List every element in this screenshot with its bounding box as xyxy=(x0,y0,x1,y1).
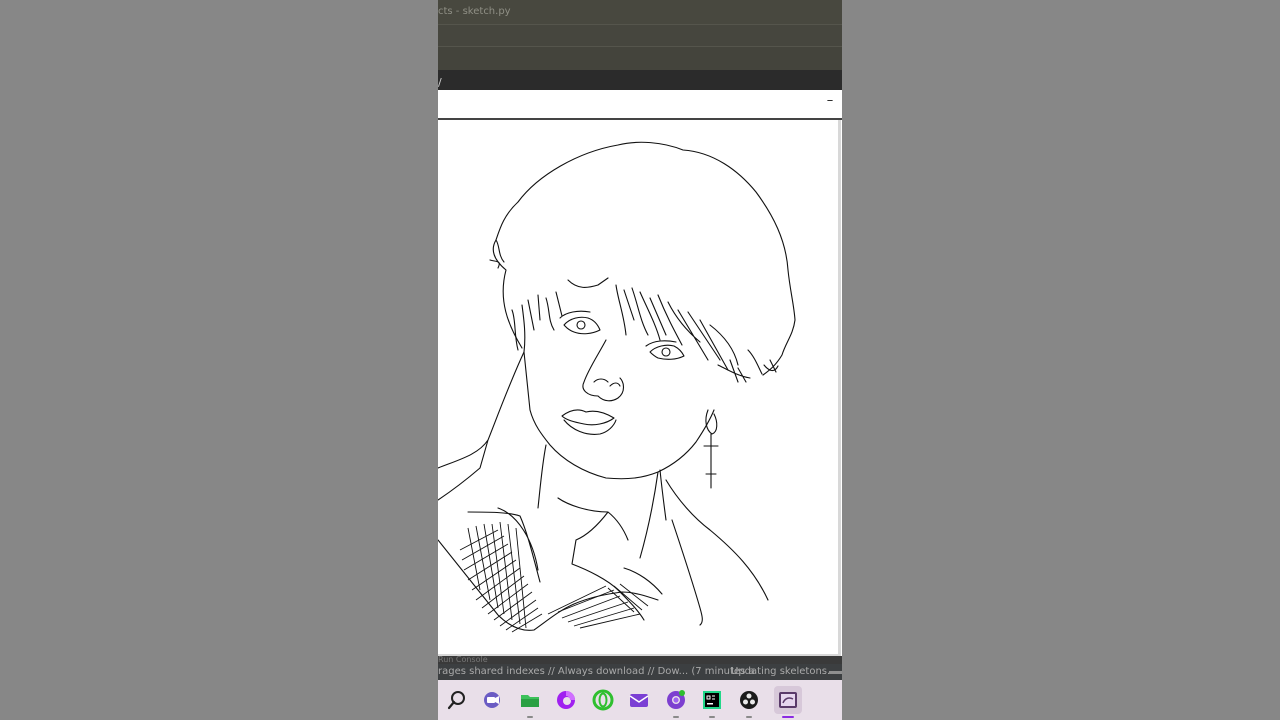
background-task-status[interactable]: Updating skeletons... xyxy=(731,664,837,680)
chrome-browser-icon xyxy=(667,690,685,709)
taskbar-video-call-button[interactable] xyxy=(481,688,505,712)
screen-capture: cts - sketch.py / – Run Console rages sh… xyxy=(438,0,842,720)
obs-studio-icon xyxy=(740,691,758,709)
hair-fringe xyxy=(511,277,779,375)
earring xyxy=(703,409,719,489)
video-call-icon xyxy=(484,692,500,708)
taskbar-search-button[interactable] xyxy=(445,688,469,712)
status-message[interactable]: rages shared indexes // Always download … xyxy=(438,664,755,680)
drawing-canvas[interactable] xyxy=(438,120,841,656)
running-indicator xyxy=(673,716,679,718)
taskbar-mail-button[interactable] xyxy=(627,688,651,712)
ide-window-title: cts - sketch.py xyxy=(438,6,511,17)
ide-menu-bar xyxy=(438,24,842,47)
sketch-window: – xyxy=(438,90,842,656)
background-task-progress xyxy=(829,671,842,674)
running-indicator xyxy=(527,716,533,718)
hair-outline xyxy=(492,141,796,376)
running-indicator xyxy=(709,716,715,718)
taskbar-opera-button[interactable] xyxy=(591,688,615,712)
sketch-app-icon xyxy=(779,692,797,708)
taskbar-file-explorer-button[interactable] xyxy=(518,688,542,718)
line-sketch-drawing xyxy=(438,141,796,633)
ide-status-bar: rages shared indexes // Always download … xyxy=(438,664,842,680)
face-outline xyxy=(523,351,715,480)
minimize-button[interactable]: – xyxy=(822,94,838,110)
active-indicator xyxy=(782,716,794,718)
pycharm-icon xyxy=(703,691,721,709)
left-eye xyxy=(563,316,601,335)
collar-left xyxy=(438,351,541,583)
edge-browser-icon xyxy=(557,691,575,709)
lips xyxy=(561,409,617,435)
taskbar-sketch-app-button[interactable] xyxy=(774,686,802,718)
taskbar-pycharm-button[interactable] xyxy=(700,688,724,718)
windows-taskbar xyxy=(438,680,842,720)
mail-icon xyxy=(629,694,649,707)
run-console-bar[interactable]: Run Console xyxy=(438,656,842,664)
sketch-window-title-bar[interactable]: – xyxy=(438,90,842,120)
console-label: Run Console xyxy=(438,656,488,664)
shirt-chest xyxy=(557,497,645,621)
ide-toolbar xyxy=(438,46,842,71)
nose xyxy=(582,339,625,402)
right-eye xyxy=(649,344,685,360)
neck xyxy=(537,444,667,521)
file-explorer-icon xyxy=(521,695,539,707)
ide-title-bar: cts - sketch.py xyxy=(438,0,842,24)
running-indicator xyxy=(746,716,752,718)
search-icon xyxy=(447,691,465,710)
taskbar-chrome-button[interactable] xyxy=(664,688,688,718)
opera-browser-icon xyxy=(592,689,614,711)
ide-tab-fragment: / xyxy=(438,76,442,89)
collar-right xyxy=(639,471,769,626)
ide-tab-bar: / xyxy=(438,70,842,90)
taskbar-obs-button[interactable] xyxy=(737,688,761,718)
taskbar-edge-button[interactable] xyxy=(554,688,578,712)
